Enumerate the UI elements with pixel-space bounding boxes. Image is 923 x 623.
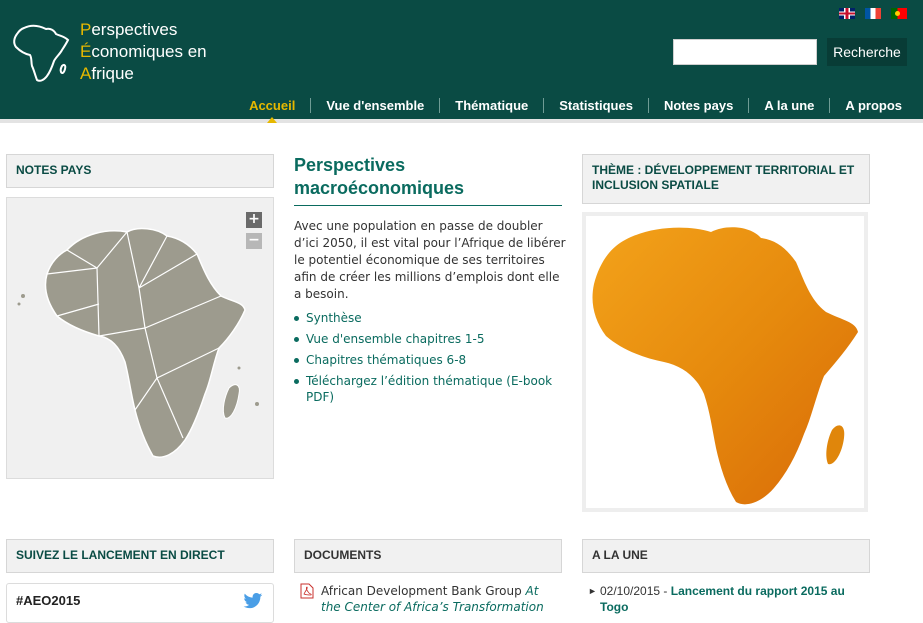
- documents-heading: DOCUMENTS: [294, 539, 562, 573]
- nav-statistiques[interactable]: Statistiques: [543, 98, 648, 113]
- africa-theme-illustration: [592, 227, 858, 505]
- macro-intro: Avec une population en passe de doubler …: [294, 219, 566, 301]
- document-publisher: African Development Bank Group: [321, 584, 526, 598]
- news-heading: A LA UNE: [582, 539, 870, 573]
- hashtag[interactable]: #AEO2015: [16, 593, 80, 608]
- logo-word: conomiques en: [91, 42, 207, 61]
- logo-initial: A: [80, 64, 92, 83]
- search-button[interactable]: Recherche: [827, 38, 907, 66]
- pdf-icon: [300, 583, 314, 599]
- twitter-feed[interactable]: #AEO2015: [6, 583, 274, 623]
- nav-vue-ensemble[interactable]: Vue d'ensemble: [310, 98, 439, 113]
- site-header: Perspectives Économiques en Afrique Rech…: [0, 0, 923, 123]
- africa-map[interactable]: [7, 198, 273, 478]
- logo-word: frique: [91, 64, 134, 83]
- search-input[interactable]: [673, 39, 817, 65]
- macro-title[interactable]: Perspectives macroéconomiques: [294, 154, 562, 206]
- nav-a-propos[interactable]: A propos: [829, 98, 917, 113]
- logo-word: erspectives: [91, 20, 178, 39]
- nav-thematique[interactable]: Thématique: [439, 98, 543, 113]
- twitter-bird-icon[interactable]: [243, 592, 263, 610]
- nav-accueil[interactable]: Accueil: [234, 98, 310, 123]
- arrow-right-icon: ►: [588, 586, 597, 596]
- fr-flag-icon[interactable]: [865, 8, 881, 19]
- theme-heading[interactable]: THÈME : DÉVELOPPEMENT TERRITORIAL ET INC…: [582, 154, 870, 204]
- main-nav: Accueil Vue d'ensemble Thématique Statis…: [234, 98, 917, 123]
- zoom-out-button[interactable]: −: [246, 233, 262, 249]
- language-switcher: [839, 8, 907, 19]
- launch-heading: SUIVEZ LE LANCEMENT EN DIRECT: [6, 539, 274, 573]
- macro-links: Synthèse Vue d'ensemble chapitres 1-5 Ch…: [294, 310, 562, 410]
- news-date: 02/10/2015 -: [600, 584, 671, 598]
- uk-flag-icon[interactable]: [839, 8, 855, 19]
- link-chapitres-thematiques[interactable]: Chapitres thématiques 6-8: [294, 352, 562, 368]
- logo-initial: É: [80, 42, 92, 61]
- theme-image[interactable]: [582, 212, 868, 512]
- zoom-in-button[interactable]: +: [246, 212, 262, 228]
- country-map[interactable]: + −: [6, 197, 274, 479]
- logo-initial: P: [80, 20, 92, 39]
- nav-notes-pays[interactable]: Notes pays: [647, 98, 748, 113]
- link-synthese[interactable]: Synthèse: [294, 310, 562, 326]
- nav-a-la-une[interactable]: A la une: [748, 98, 829, 113]
- pt-flag-icon[interactable]: [891, 8, 907, 19]
- notes-pays-heading: NOTES PAYS: [6, 154, 274, 188]
- site-logo-text[interactable]: Perspectives Économiques en Afrique: [80, 19, 207, 85]
- link-ebook-pdf[interactable]: Téléchargez l’édition thématique (E-book…: [294, 373, 562, 405]
- link-vue-ensemble[interactable]: Vue d'ensemble chapitres 1-5: [294, 331, 562, 347]
- africa-logo-icon[interactable]: [10, 20, 74, 84]
